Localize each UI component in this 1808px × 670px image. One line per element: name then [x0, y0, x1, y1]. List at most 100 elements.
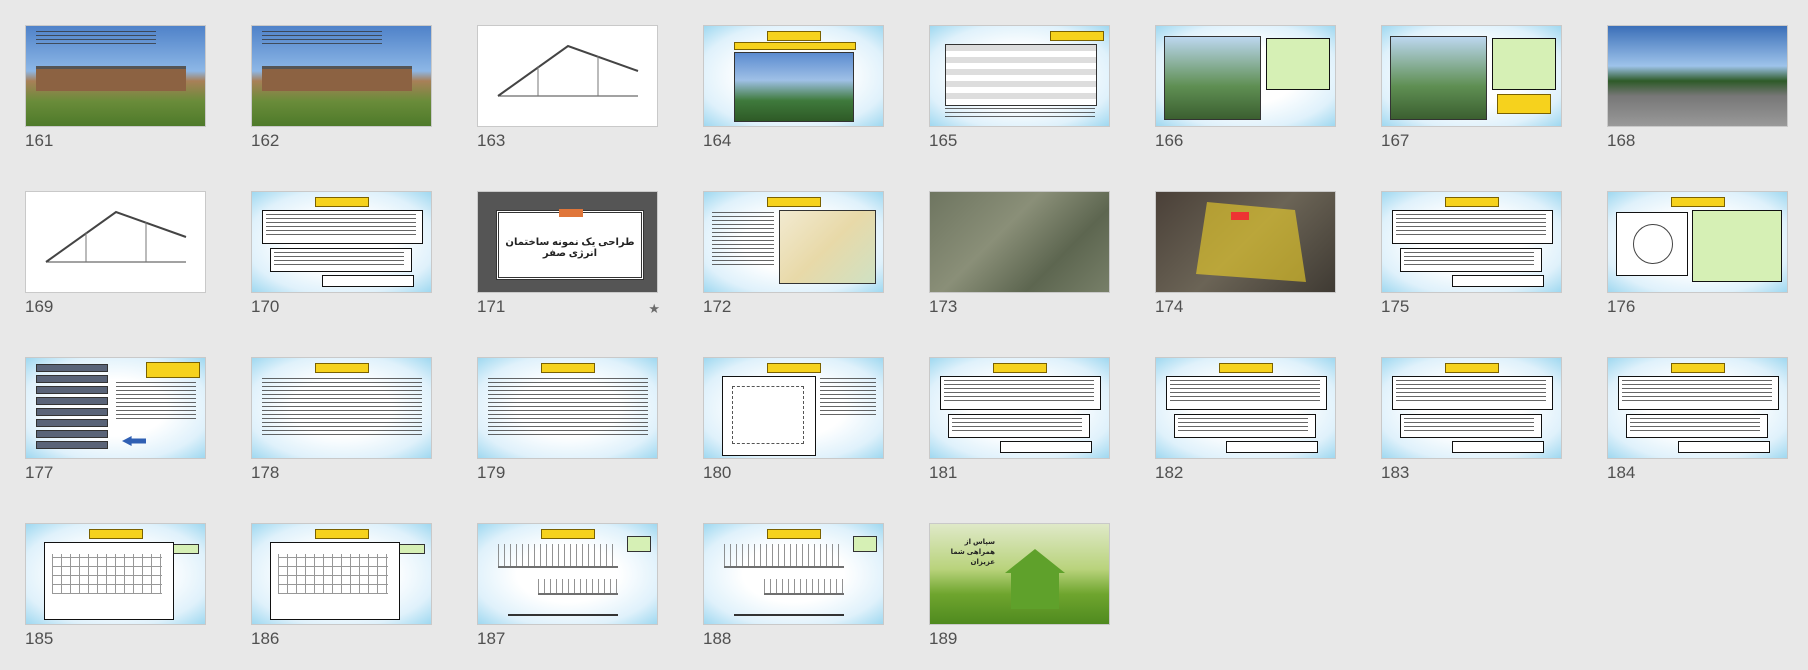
- floor-plan-drawing: [278, 554, 388, 594]
- legend-tag: [853, 536, 877, 552]
- slide-cell: 177: [25, 357, 206, 523]
- slide-thumbnail[interactable]: [25, 357, 206, 459]
- star-icon: ★: [648, 301, 660, 316]
- slide-thumbnail[interactable]: سپاس از همراهی شما عزیزان: [929, 523, 1110, 625]
- diagram-graphic: [732, 386, 804, 444]
- flow-step: [36, 430, 108, 438]
- slide-thumbnail[interactable]: [251, 25, 432, 127]
- slide-thumbnail[interactable]: طراحی یک نمونه ساختمان انرژی صفر: [477, 191, 658, 293]
- slide-thumbnail[interactable]: [703, 523, 884, 625]
- slide-thumbnail[interactable]: [929, 191, 1110, 293]
- slide-thumbnail[interactable]: [251, 191, 432, 293]
- slide-thumbnail[interactable]: [25, 25, 206, 127]
- slide-text-lines: [36, 31, 156, 45]
- south-elevation: [764, 579, 844, 595]
- slide-title-tag: [314, 363, 369, 373]
- slide-thumbnail[interactable]: [703, 357, 884, 459]
- slide-number: 166: [1155, 131, 1184, 150]
- slide-thumbnail[interactable]: [251, 357, 432, 459]
- slide-number: 187: [477, 629, 506, 648]
- slide-number: 184: [1607, 463, 1636, 482]
- slide-title-tag: [766, 31, 821, 41]
- slide-number: 165: [929, 131, 958, 150]
- slide-cell: 187: [477, 523, 658, 670]
- slide-title-tag: [992, 363, 1047, 373]
- slide-thumbnail[interactable]: [1381, 357, 1562, 459]
- slide-thumbnail[interactable]: [477, 523, 658, 625]
- site-marker: [1231, 212, 1249, 220]
- slide-thumbnail[interactable]: [477, 25, 658, 127]
- roof-shape: [36, 66, 186, 91]
- slide-text-lines: [1396, 214, 1546, 238]
- slide-number: 162: [251, 131, 280, 150]
- text-box: [1452, 441, 1544, 453]
- slide-cell: 174: [1155, 191, 1336, 357]
- slide-thumbnail[interactable]: [25, 191, 206, 293]
- slide-cell: 186: [251, 523, 432, 670]
- slide-title-tag: [540, 363, 595, 373]
- text-box: [1452, 275, 1544, 287]
- slide-thumbnail[interactable]: [251, 523, 432, 625]
- slide-text-lines: [266, 214, 416, 238]
- slide-thumbnail[interactable]: [703, 25, 884, 127]
- slide-title-tag: [146, 362, 200, 378]
- slide-cell: 185: [25, 523, 206, 670]
- slide-text-lines: [944, 380, 1094, 404]
- slide-number: 174: [1155, 297, 1184, 316]
- slide-number: 177: [25, 463, 54, 482]
- slide-text-lines: [1404, 418, 1534, 433]
- slide-thumbnail[interactable]: [25, 523, 206, 625]
- slide-cell: 188: [703, 523, 884, 670]
- slide-thumbnail[interactable]: [1155, 191, 1336, 293]
- slide-thumbnail[interactable]: [929, 357, 1110, 459]
- slide-cell: 181: [929, 357, 1110, 523]
- flow-step: [36, 408, 108, 416]
- slide-title-tag: [1444, 197, 1499, 207]
- text-box: [1000, 441, 1092, 453]
- slide-title-tag: [1670, 197, 1725, 207]
- slide-thumbnail[interactable]: [929, 25, 1110, 127]
- slide-title-tag: [766, 197, 821, 207]
- north-elevation: [498, 544, 618, 568]
- slide-cell: 164: [703, 25, 884, 191]
- slide-cell: 175: [1381, 191, 1562, 357]
- slide-number: 169: [25, 297, 54, 316]
- legend-tag: [397, 544, 425, 554]
- slide-photo: [1390, 36, 1487, 120]
- highlight-box: [1497, 94, 1551, 114]
- slide-number: 179: [477, 463, 506, 482]
- slide-thumbnail[interactable]: [1607, 191, 1788, 293]
- slide-number: 170: [251, 297, 280, 316]
- subtitle-tag: [734, 42, 856, 50]
- slide-thumbnail[interactable]: [1607, 357, 1788, 459]
- slide-thumbnail[interactable]: [703, 191, 884, 293]
- slide-text-lines: [820, 378, 876, 418]
- slide-title-tag: [314, 529, 369, 539]
- slide-title-tag: [766, 363, 821, 373]
- house-icon: [1005, 549, 1065, 609]
- slide-title-tag: [1670, 363, 1725, 373]
- slide-text-lines: [1404, 252, 1534, 267]
- slide-number: 163: [477, 131, 506, 150]
- slide-thumbnail[interactable]: [1155, 25, 1336, 127]
- text-box: [1692, 210, 1782, 282]
- flow-step: [36, 397, 108, 405]
- slide-cell: 183: [1381, 357, 1562, 523]
- slide-cell: 179: [477, 357, 658, 523]
- slide-thumbnail[interactable]: [1381, 25, 1562, 127]
- slide-thumbnail[interactable]: [477, 357, 658, 459]
- slide-thumbnail[interactable]: [1607, 25, 1788, 127]
- slide-text-lines: [1630, 418, 1760, 433]
- slide-number: 180: [703, 463, 732, 482]
- slide-number: 189: [929, 629, 958, 648]
- slide-cell: 163: [477, 25, 658, 191]
- legend-tag: [627, 536, 651, 552]
- slide-number: 188: [703, 629, 732, 648]
- text-box: [322, 275, 414, 287]
- slide-thumbnail[interactable]: [1155, 357, 1336, 459]
- slide-text-lines: [1396, 380, 1546, 404]
- slide-thumbnail[interactable]: [1381, 191, 1562, 293]
- map-image: [779, 210, 876, 284]
- slide-cell: 162: [251, 25, 432, 191]
- slide-cell: 167: [1381, 25, 1562, 191]
